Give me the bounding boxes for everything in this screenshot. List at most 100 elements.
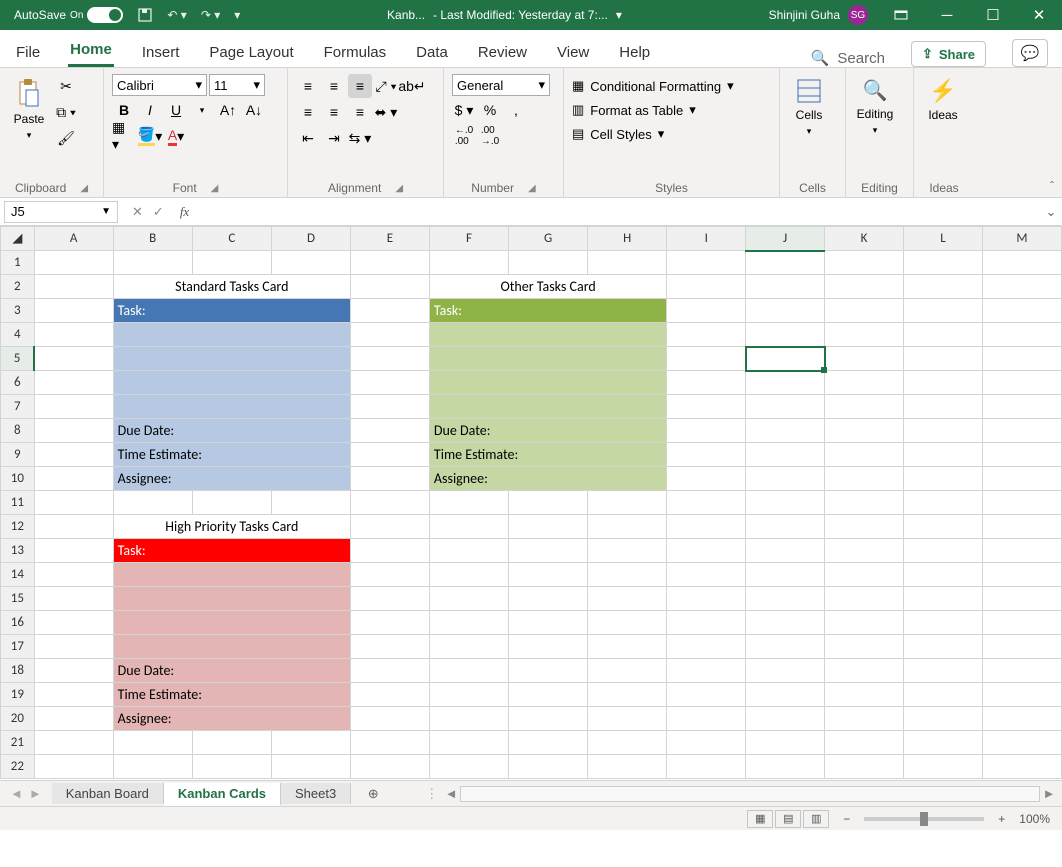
- cell[interactable]: [982, 635, 1061, 659]
- cell[interactable]: [982, 395, 1061, 419]
- cell[interactable]: [982, 539, 1061, 563]
- cell[interactable]: [509, 659, 588, 683]
- col-header[interactable]: I: [667, 227, 746, 251]
- cell[interactable]: [429, 587, 508, 611]
- cell[interactable]: [746, 539, 825, 563]
- cell[interactable]: [34, 587, 113, 611]
- cell[interactable]: [351, 539, 430, 563]
- zoom-out-button[interactable]: −: [843, 812, 850, 826]
- cell[interactable]: [113, 587, 350, 611]
- cell[interactable]: [903, 707, 982, 731]
- cell[interactable]: [667, 731, 746, 755]
- cell[interactable]: [982, 563, 1061, 587]
- autosave-toggle[interactable]: [87, 7, 123, 23]
- cell[interactable]: [509, 515, 588, 539]
- borders-button[interactable]: ▦ ▾: [112, 124, 136, 148]
- maximize-icon[interactable]: ☐: [970, 0, 1016, 30]
- cell[interactable]: [746, 707, 825, 731]
- conditional-formatting-button[interactable]: ▦Conditional Formatting ▾: [572, 78, 734, 94]
- cell[interactable]: [825, 467, 904, 491]
- cell[interactable]: [271, 491, 350, 515]
- cell[interactable]: [34, 539, 113, 563]
- underline-more-icon[interactable]: ▾: [190, 98, 214, 122]
- cell[interactable]: [982, 251, 1061, 275]
- cell[interactable]: [746, 587, 825, 611]
- scroll-right-icon[interactable]: ►: [1040, 786, 1058, 801]
- cell[interactable]: [429, 251, 508, 275]
- cell[interactable]: [825, 275, 904, 299]
- col-header[interactable]: B: [113, 227, 192, 251]
- cell[interactable]: [509, 491, 588, 515]
- cell[interactable]: [825, 419, 904, 443]
- col-header[interactable]: D: [271, 227, 350, 251]
- cell[interactable]: [982, 731, 1061, 755]
- cell[interactable]: [34, 467, 113, 491]
- cell[interactable]: [667, 419, 746, 443]
- sheet-tab-kanban-cards[interactable]: Kanban Cards: [164, 783, 281, 806]
- cell[interactable]: Other Tasks Card: [429, 275, 666, 299]
- cell[interactable]: [192, 491, 271, 515]
- cell[interactable]: [903, 563, 982, 587]
- cell[interactable]: [113, 251, 192, 275]
- cell[interactable]: [588, 659, 667, 683]
- cell[interactable]: [34, 395, 113, 419]
- col-header[interactable]: F: [429, 227, 508, 251]
- cell[interactable]: [351, 299, 430, 323]
- cell[interactable]: [351, 611, 430, 635]
- row-header[interactable]: 22: [1, 755, 35, 779]
- cell[interactable]: [825, 443, 904, 467]
- cell[interactable]: [667, 395, 746, 419]
- col-header[interactable]: J: [746, 227, 825, 251]
- cell[interactable]: [903, 419, 982, 443]
- cell[interactable]: [34, 635, 113, 659]
- increase-indent-button[interactable]: ⇥: [322, 126, 346, 150]
- row-header[interactable]: 19: [1, 683, 35, 707]
- cell[interactable]: [509, 683, 588, 707]
- cell[interactable]: [34, 371, 113, 395]
- cell[interactable]: [113, 635, 350, 659]
- cell[interactable]: [351, 635, 430, 659]
- cell[interactable]: [351, 659, 430, 683]
- cell[interactable]: [588, 515, 667, 539]
- cell[interactable]: [825, 539, 904, 563]
- cell[interactable]: [825, 755, 904, 779]
- cell[interactable]: [982, 707, 1061, 731]
- new-sheet-button[interactable]: ⊕: [361, 782, 385, 806]
- cell[interactable]: [982, 515, 1061, 539]
- row-header[interactable]: 5: [1, 347, 35, 371]
- cell[interactable]: Task:: [113, 539, 350, 563]
- cell[interactable]: [903, 443, 982, 467]
- minimize-icon[interactable]: ─: [924, 0, 970, 30]
- cell[interactable]: [667, 563, 746, 587]
- cell[interactable]: [982, 611, 1061, 635]
- cell[interactable]: [746, 635, 825, 659]
- sheet-tab-kanban-board[interactable]: Kanban Board: [52, 783, 164, 804]
- cell[interactable]: [825, 515, 904, 539]
- cut-button[interactable]: ✂: [54, 74, 78, 98]
- cell[interactable]: [982, 443, 1061, 467]
- decrease-font-button[interactable]: A↓: [242, 98, 266, 122]
- cell[interactable]: [588, 611, 667, 635]
- cell[interactable]: [903, 731, 982, 755]
- cell[interactable]: [667, 539, 746, 563]
- cell[interactable]: [34, 347, 113, 371]
- cell[interactable]: [351, 587, 430, 611]
- cell[interactable]: [746, 491, 825, 515]
- cell[interactable]: [509, 611, 588, 635]
- row-header[interactable]: 13: [1, 539, 35, 563]
- cell[interactable]: [667, 707, 746, 731]
- zoom-level[interactable]: 100%: [1019, 812, 1050, 826]
- decrease-decimal-button[interactable]: .00→.0: [478, 124, 502, 148]
- select-all-button[interactable]: ◢: [1, 227, 35, 251]
- tab-data[interactable]: Data: [414, 38, 450, 67]
- cell[interactable]: [982, 587, 1061, 611]
- row-header[interactable]: 7: [1, 395, 35, 419]
- cell[interactable]: [746, 563, 825, 587]
- cell[interactable]: [667, 467, 746, 491]
- cell[interactable]: [192, 731, 271, 755]
- cell[interactable]: [34, 299, 113, 323]
- cell[interactable]: [429, 683, 508, 707]
- cell[interactable]: [509, 539, 588, 563]
- tab-page-layout[interactable]: Page Layout: [207, 38, 295, 67]
- cell[interactable]: [667, 443, 746, 467]
